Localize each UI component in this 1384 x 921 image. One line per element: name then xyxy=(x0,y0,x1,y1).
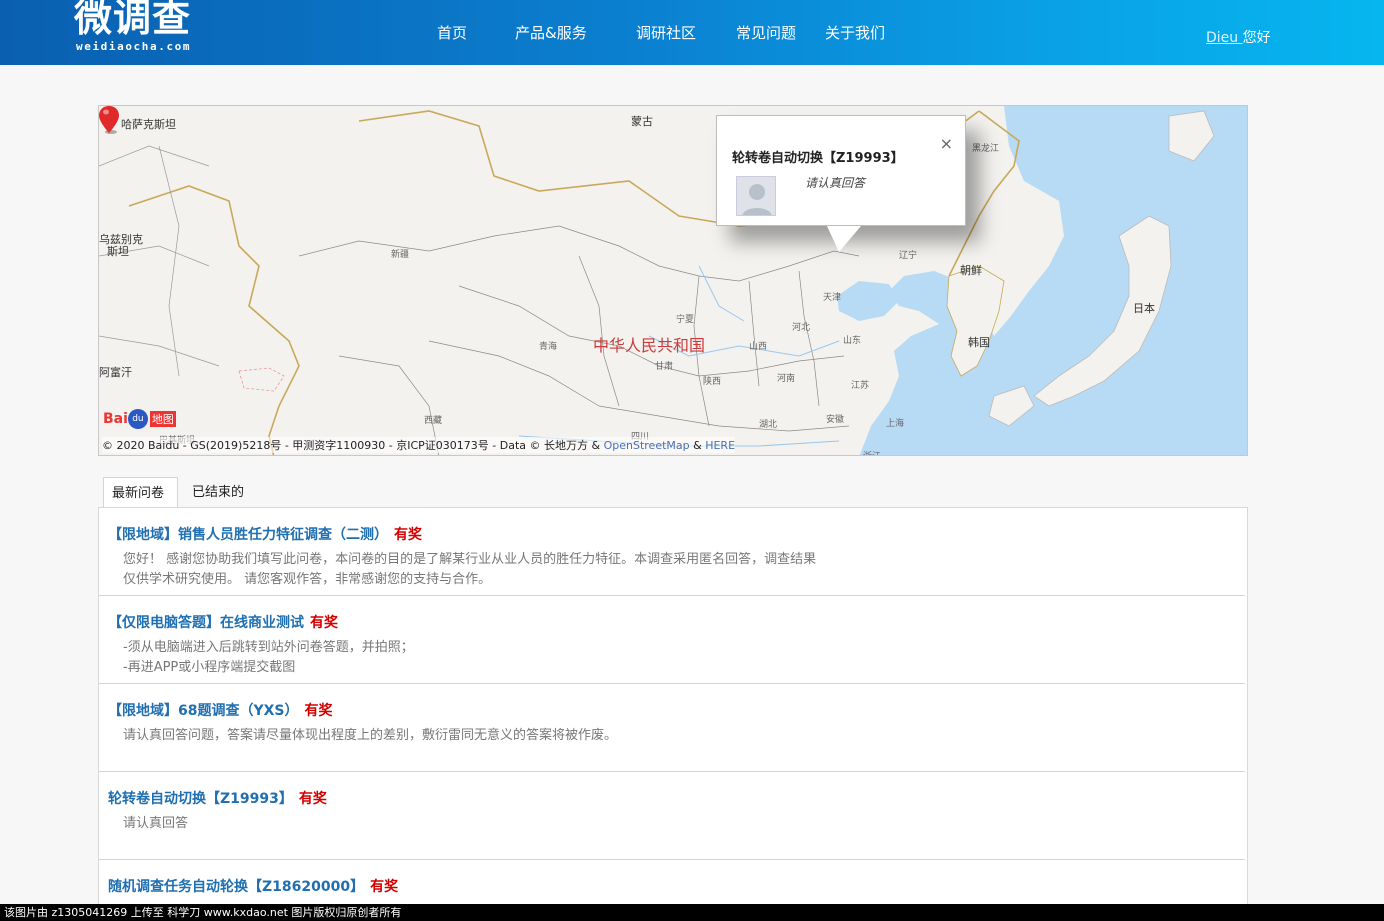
map-label-afghanistan: 阿富汗 xyxy=(99,366,132,379)
map-label-south-korea: 韩国 xyxy=(968,336,990,349)
tab-latest[interactable]: 最新问卷 xyxy=(103,477,178,508)
list-item: 【限地域】销售人员胜任力特征调查（二测） 有奖 您好！ 感谢您协助我们填写此问卷，… xyxy=(99,508,1245,596)
prize-badge: 有奖 xyxy=(304,703,333,719)
nav-home[interactable]: 首页 xyxy=(437,22,467,43)
map-label-tianjin: 天津 xyxy=(823,293,842,303)
survey-description: 请认真回答问题，答案请尽量体现出程度上的差别，敷衍雷同无意义的答案将被作废。 xyxy=(123,728,618,743)
site-logo[interactable]: 微调查 weidiaocha.com xyxy=(72,0,212,60)
watermark-bar: 该图片由 z1305041269 上传至 科学刀 www.kxdao.net 图… xyxy=(0,904,1384,921)
prize-badge: 有奖 xyxy=(298,791,327,807)
survey-title[interactable]: 随机调查任务自动轮换【Z18620000】 有奖 xyxy=(108,876,398,896)
user-greeting: Dieu 您好 xyxy=(1206,27,1271,47)
site-header: 微调查 weidiaocha.com 首页 产品&服务 调研社区 常见问题 关于… xyxy=(0,0,1384,65)
survey-list: 【限地域】销售人员胜任力特征调查（二测） 有奖 您好！ 感谢您协助我们填写此问卷，… xyxy=(98,507,1248,921)
popup-description: 请认真回答 xyxy=(805,176,866,190)
map-label-kazakhstan: 哈萨克斯坦 xyxy=(121,118,176,131)
map-label-shanghai: 上海 xyxy=(886,419,905,429)
user-name-link[interactable]: Dieu xyxy=(1206,30,1243,46)
nav-faq[interactable]: 常见问题 xyxy=(736,22,796,43)
survey-title[interactable]: 【限地域】销售人员胜任力特征调查（二测） 有奖 xyxy=(108,524,422,544)
tab-ended[interactable]: 已结束的 xyxy=(184,477,264,508)
list-item: 【限地域】68题调查（YXS） 有奖 请认真回答问题，答案请尽量体现出程度上的差别… xyxy=(99,684,1245,772)
map-label-japan: 日本 xyxy=(1133,302,1155,315)
survey-description: -须从电脑端进入后跳转到站外问卷答题，并拍照； -再进APP或小程序端提交截图 xyxy=(123,640,414,675)
map-copyright: © 2020 Baidu - GS(2019)5218号 - 甲测资字11009… xyxy=(102,437,736,453)
popup-title[interactable]: 轮转卷自动切换【Z19993】 xyxy=(732,147,904,166)
openstreetmap-link[interactable]: OpenStreetMap xyxy=(604,439,690,452)
map-label-tibet: 西藏 xyxy=(424,416,443,426)
prize-badge: 有奖 xyxy=(394,527,422,543)
survey-description: 您好！ 感谢您协助我们填写此问卷，本问卷的目的是了解某行业从业人员的胜任力特征。… xyxy=(123,552,817,587)
map-label-north-korea: 朝鲜 xyxy=(960,264,982,277)
map-label-shaanxi: 陕西 xyxy=(703,377,722,387)
map-label-china: 中华人民共和国 xyxy=(593,336,706,355)
baidu-map-logo[interactable]: Bai du 地图 xyxy=(103,408,176,434)
nav-community[interactable]: 调研社区 xyxy=(636,22,696,43)
map-label-gansu: 甘肃 xyxy=(655,362,674,372)
map-label-shandong: 山东 xyxy=(843,336,862,346)
prize-badge: 有奖 xyxy=(370,879,399,895)
logo-text: 微调查 xyxy=(74,0,192,40)
paw-icon: du xyxy=(127,408,148,429)
map-label-jiangsu: 江苏 xyxy=(851,381,870,391)
avatar xyxy=(736,176,776,216)
map-label-zhejiang: 浙江 xyxy=(863,449,881,455)
map-label-shanxi: 山西 xyxy=(749,342,768,352)
here-link[interactable]: HERE xyxy=(705,439,735,452)
map-label-hubei: 湖北 xyxy=(759,420,778,430)
map-label-uzbekistan-2: 斯坦 xyxy=(107,245,129,258)
map-label-hebei: 河北 xyxy=(792,323,811,333)
map-view[interactable]: 哈萨克斯坦 蒙古 乌兹别克 斯坦 阿富汗 新疆 青海 甘肃 宁夏 陕西 山西 河… xyxy=(98,105,1248,456)
map-info-popup: 轮转卷自动切换【Z19993】 × 请认真回答 xyxy=(716,115,966,252)
map-label-henan: 河南 xyxy=(777,374,796,384)
map-label-anhui: 安徽 xyxy=(826,415,845,425)
map-label-xinjiang: 新疆 xyxy=(391,250,410,260)
map-label-mongolia: 蒙古 xyxy=(631,115,653,128)
map-label-heilongjiang: 黑龙江 xyxy=(972,144,1000,154)
survey-description: 请认真回答 xyxy=(123,816,189,831)
list-item: 【仅限电脑答题】在线商业测试 有奖 -须从电脑端进入后跳转到站外问卷答题，并拍照；… xyxy=(99,596,1245,684)
popup-tail xyxy=(827,226,861,252)
prize-badge: 有奖 xyxy=(310,615,338,631)
close-icon[interactable]: × xyxy=(940,134,953,153)
map-canvas xyxy=(99,106,1247,455)
logo-domain: weidiaocha.com xyxy=(76,40,192,53)
nav-products[interactable]: 产品&服务 xyxy=(515,22,587,43)
map-label-qinghai: 青海 xyxy=(539,342,558,352)
location-pin-icon[interactable] xyxy=(99,106,119,134)
survey-title[interactable]: 【限地域】68题调查（YXS） 有奖 xyxy=(108,700,333,720)
survey-title[interactable]: 轮转卷自动切换【Z19993】 有奖 xyxy=(108,788,327,808)
map-label-ningxia: 宁夏 xyxy=(676,315,695,325)
nav-about[interactable]: 关于我们 xyxy=(825,22,885,43)
survey-title[interactable]: 【仅限电脑答题】在线商业测试 有奖 xyxy=(108,612,338,632)
list-item: 轮转卷自动切换【Z19993】 有奖 请认真回答 xyxy=(99,772,1245,860)
map-label-liaoning: 辽宁 xyxy=(899,251,918,261)
greeting-text: 您好 xyxy=(1242,30,1271,46)
